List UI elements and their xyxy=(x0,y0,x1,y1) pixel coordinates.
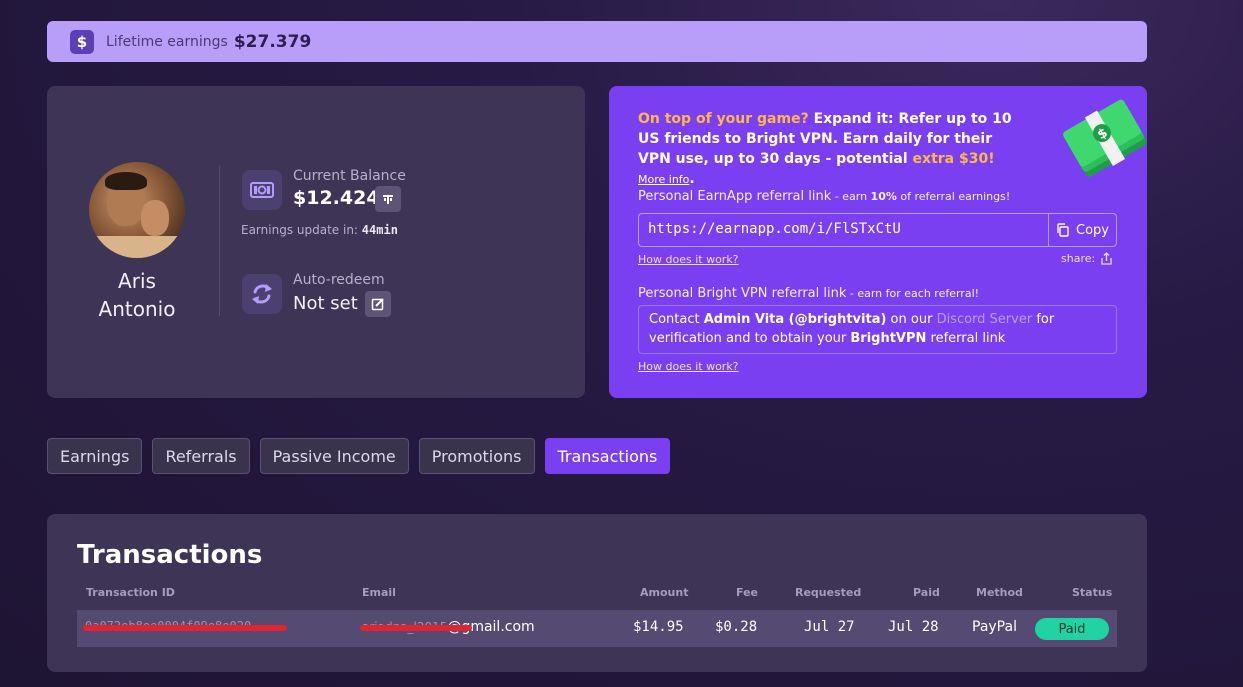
brightvpn-referral-label: Personal Bright VPN referral link - earn… xyxy=(638,286,979,301)
redeem-button[interactable] xyxy=(375,186,401,212)
avatar xyxy=(89,162,185,258)
transaction-amount: $14.95 xyxy=(633,619,684,635)
contact-admin: Admin Vita (@brightvita) xyxy=(703,312,887,327)
contact-suffix: referral link xyxy=(926,331,1006,346)
earnapp-referral-sub-prefix: - earn xyxy=(831,190,871,203)
column-header-amount: Amount xyxy=(640,586,689,599)
column-header-method: Method xyxy=(976,586,1023,599)
contact-mid: on our xyxy=(886,312,937,327)
profile-divider xyxy=(219,166,220,316)
table-row[interactable]: 0a072eb8ee0004f09e8e020 ariadna_l2015@gm… xyxy=(77,610,1117,647)
brightvpn-referral-sub: - earn for each referral! xyxy=(846,287,980,300)
earnapp-referral-percent: 10% xyxy=(870,190,897,203)
earnings-update-value: 44min xyxy=(361,223,398,237)
earnings-update-label: Earnings update in: xyxy=(241,223,358,237)
column-header-email: Email xyxy=(362,586,396,599)
money-stack-icon: $ xyxy=(1063,99,1147,177)
how-it-works-link-1[interactable]: How does it work? xyxy=(638,253,739,266)
wallet-icon xyxy=(242,170,282,210)
redaction-mark xyxy=(360,625,472,631)
tab-bar: Earnings Referrals Passive Income Promot… xyxy=(47,438,671,474)
referral-link-field[interactable]: https://earnapp.com/i/FlSTxCtU Copy xyxy=(638,213,1117,247)
discord-server-link[interactable]: Discord Server xyxy=(937,312,1033,327)
earnapp-referral-label: Personal EarnApp referral link - earn 10… xyxy=(638,189,1010,204)
edit-auto-redeem-button[interactable] xyxy=(365,291,391,317)
contact-prefix: Contact xyxy=(649,312,704,327)
lifetime-earnings-bar: $ Lifetime earnings $27.379 xyxy=(47,21,1147,62)
how-it-works-link-2[interactable]: How does it work? xyxy=(638,360,739,373)
transactions-card: Transactions Transaction ID Email Amount… xyxy=(47,514,1147,672)
referral-headline: On top of your game? Expand it: Refer up… xyxy=(638,109,1018,190)
copy-icon xyxy=(1057,223,1069,237)
referral-headline-end: . xyxy=(689,171,695,187)
current-balance-value: $12.424 xyxy=(293,187,380,209)
referral-link-text[interactable]: https://earnapp.com/i/FlSTxCtU xyxy=(648,221,901,237)
column-header-paid: Paid xyxy=(913,586,940,599)
earnapp-referral-title: Personal EarnApp referral link xyxy=(638,189,832,204)
referral-card: On top of your game? Expand it: Refer up… xyxy=(609,86,1147,398)
transaction-method: PayPal xyxy=(972,619,1017,635)
edit-icon xyxy=(371,298,384,311)
transaction-requested: Jul 27 xyxy=(804,619,855,635)
contact-brightvpn: BrightVPN xyxy=(850,331,927,346)
redaction-mark xyxy=(83,625,287,631)
earnings-update: Earnings update in: 44min xyxy=(241,223,398,237)
transaction-fee: $0.28 xyxy=(715,619,758,635)
column-header-requested: Requested xyxy=(795,586,862,599)
column-header-transaction-id: Transaction ID xyxy=(86,586,175,599)
refresh-icon xyxy=(242,274,282,314)
dollar-icon: $ xyxy=(70,29,94,54)
user-name-last: Antonio xyxy=(98,297,176,321)
user-name-first: Aris xyxy=(118,269,156,293)
copy-button[interactable]: Copy xyxy=(1048,214,1116,246)
share-control[interactable]: share: xyxy=(1061,252,1113,265)
redeem-icon xyxy=(383,195,393,204)
brightvpn-contact-box: Contact Admin Vita (@brightvita) on our … xyxy=(638,305,1117,354)
status-badge: Paid xyxy=(1035,618,1109,640)
transactions-title: Transactions xyxy=(77,540,263,570)
tab-promotions[interactable]: Promotions xyxy=(418,438,535,474)
auto-redeem-label: Auto-redeem xyxy=(293,272,385,288)
earnapp-referral-sub-suffix: of referral earnings! xyxy=(896,190,1011,203)
profile-card: Aris Antonio Current Balance $12.424 Ear… xyxy=(47,86,585,398)
column-header-fee: Fee xyxy=(736,586,758,599)
referral-headline-extra: extra $30! xyxy=(912,151,995,167)
copy-button-label: Copy xyxy=(1076,222,1109,238)
share-icon[interactable] xyxy=(1100,252,1113,265)
tab-passive-income[interactable]: Passive Income xyxy=(259,438,409,474)
column-header-status: Status xyxy=(1072,586,1113,599)
brightvpn-referral-title: Personal Bright VPN referral link xyxy=(638,286,847,301)
lifetime-earnings-amount: $27.379 xyxy=(233,31,312,52)
more-info-link[interactable]: More info xyxy=(638,173,689,186)
lifetime-earnings-label: Lifetime earnings xyxy=(106,33,228,50)
share-label: share: xyxy=(1061,252,1096,265)
auto-redeem-value: Not set xyxy=(293,293,358,314)
tab-earnings[interactable]: Earnings xyxy=(47,438,143,474)
transaction-paid: Jul 28 xyxy=(888,619,939,635)
tab-transactions[interactable]: Transactions xyxy=(544,438,671,474)
referral-headline-highlight: On top of your game? xyxy=(638,111,809,127)
tab-referrals[interactable]: Referrals xyxy=(152,438,250,474)
current-balance-label: Current Balance xyxy=(293,168,406,184)
user-name: Aris Antonio xyxy=(87,267,187,323)
